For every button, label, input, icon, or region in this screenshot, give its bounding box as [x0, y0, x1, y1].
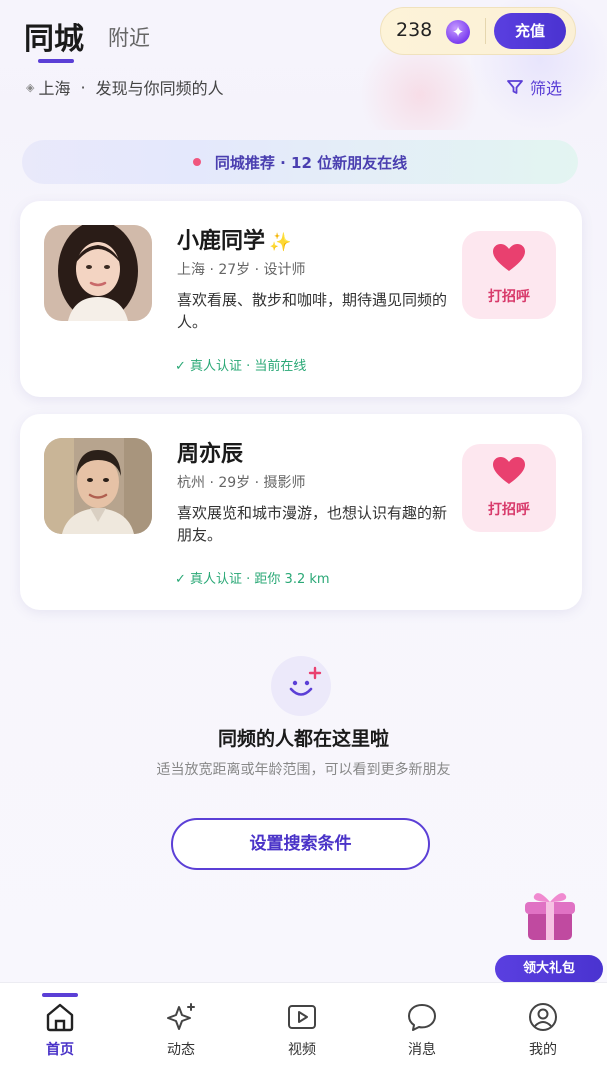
user-meta: 上海 · 27岁 · 设计师 — [177, 262, 306, 278]
nav-item-home[interactable]: 首页 — [10, 983, 110, 1063]
user-card[interactable]: 小鹿同学 ✨ 上海 · 27岁 · 设计师 喜欢看展、散步和咖啡，期待遇见同频的人… — [20, 201, 582, 397]
user-bio: 喜欢看展、散步和咖啡，期待遇见同频的人。 — [177, 291, 448, 331]
tab-nearby[interactable]: 附近 — [108, 22, 150, 52]
tab-city[interactable]: 同城 — [24, 14, 84, 58]
location-separator: · — [80, 77, 86, 97]
profile-icon — [529, 1003, 557, 1031]
filter-label: 筛选 — [530, 79, 563, 98]
sparkle-icon — [167, 1003, 195, 1030]
nav-item-messages[interactable]: 消息 — [372, 983, 472, 1063]
gift-box-icon[interactable] — [520, 884, 580, 944]
filter-button[interactable]: 筛选 — [506, 75, 562, 99]
nav-item-video[interactable]: 视频 — [252, 983, 352, 1063]
nav-label: 我的 — [529, 1042, 557, 1058]
nav-item-profile[interactable]: 我的 — [493, 983, 593, 1063]
video-icon — [288, 1005, 316, 1029]
avatar[interactable] — [44, 438, 152, 534]
nav-label: 首页 — [46, 1042, 74, 1058]
nav-label: 视频 — [288, 1042, 316, 1058]
coin-icon: ✦ — [446, 20, 470, 44]
greet-label: 打招呼 — [488, 289, 530, 305]
location-icon: ◈ — [26, 80, 35, 94]
verify-status: ✓ 真人认证 · 当前在线 — [175, 359, 307, 374]
user-card[interactable]: 周亦辰 杭州 · 29岁 · 摄影师 喜欢展览和城市漫游，也想认识有趣的新朋友。… — [20, 414, 582, 610]
gift-label-button[interactable]: 领大礼包 — [495, 955, 603, 983]
greet-label: 打招呼 — [488, 502, 530, 518]
location-slogan: 发现与你同频的人 — [95, 79, 224, 98]
user-name: 小鹿同学 ✨ — [177, 223, 291, 255]
user-name-text: 周亦辰 — [177, 442, 244, 467]
banner-text: 同城推荐 · 12 位新朋友在线 — [214, 153, 408, 172]
greet-button[interactable]: 打招呼 — [462, 444, 556, 532]
bottom-nav: 首页 动态 视频 消息 我的 — [0, 982, 607, 1080]
nav-label: 消息 — [408, 1042, 436, 1058]
coin-divider — [485, 18, 486, 44]
coin-count: 238 — [396, 19, 433, 41]
message-icon — [408, 1004, 436, 1031]
smile-icon — [271, 656, 331, 716]
nav-active-indicator — [42, 993, 78, 997]
empty-title: 同频的人都在这里啦 — [217, 728, 389, 750]
search-settings-button[interactable]: 设置搜索条件 — [171, 818, 430, 870]
tab-active-indicator — [38, 59, 74, 63]
heart-icon — [493, 457, 525, 484]
online-dot-icon — [192, 158, 201, 166]
home-icon — [46, 1003, 74, 1032]
user-meta: 杭州 · 29岁 · 摄影师 — [177, 475, 306, 491]
greet-button[interactable]: 打招呼 — [462, 231, 556, 319]
nav-item-moments[interactable]: 动态 — [131, 983, 231, 1063]
location-row[interactable]: ◈ 上海 · 发现与你同频的人 — [26, 75, 224, 99]
empty-subtitle: 适当放宽距离或年龄范围，可以看到更多新朋友 — [156, 762, 451, 778]
filter-icon — [507, 80, 523, 94]
user-name-text: 小鹿同学 — [177, 229, 266, 254]
heart-icon — [493, 244, 525, 271]
avatar[interactable] — [44, 225, 152, 321]
user-bio: 喜欢展览和城市漫游，也想认识有趣的新朋友。 — [177, 504, 448, 544]
sparkle-icon: ✨ — [269, 232, 292, 253]
nav-label: 动态 — [167, 1042, 195, 1058]
recharge-button[interactable]: 充值 — [494, 13, 566, 49]
location-city: 上海 — [38, 79, 71, 98]
verify-status: ✓ 真人认证 · 距你 3.2 km — [175, 572, 330, 587]
recommend-banner: 同城推荐 · 12 位新朋友在线 — [22, 140, 578, 184]
user-name: 周亦辰 — [177, 436, 243, 468]
